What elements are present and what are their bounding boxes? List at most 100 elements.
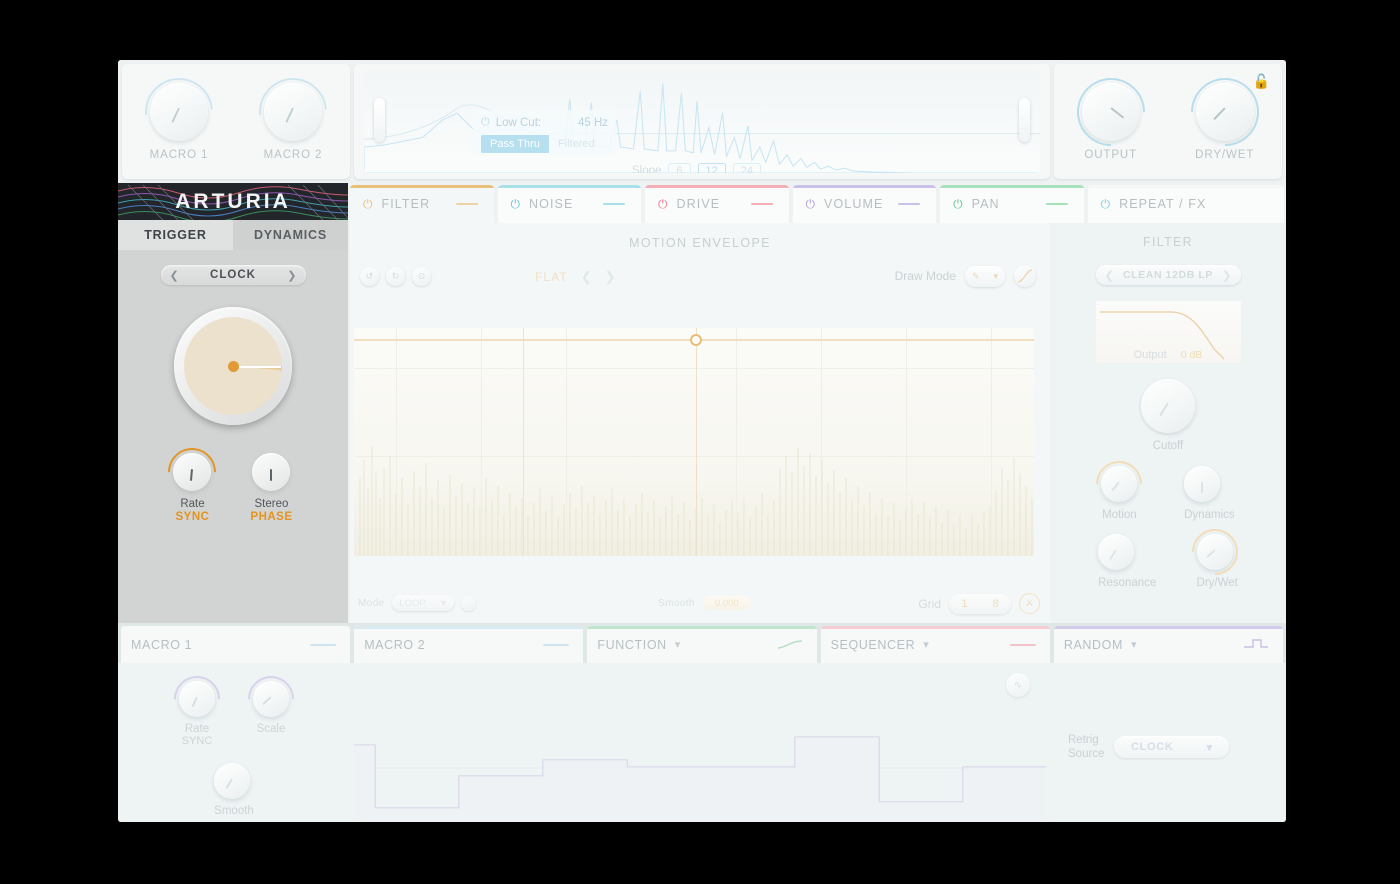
spectrum-display[interactable]: ⏻ Low Cut: 45 Hz Pass Thru Filtered Slop…: [364, 70, 1040, 173]
macro1-scale-knob[interactable]: [238, 666, 304, 732]
tab-drive[interactable]: ⏻ DRIVE: [645, 185, 789, 223]
power-icon[interactable]: ⏻: [658, 197, 668, 212]
motion-knob[interactable]: [1086, 451, 1152, 517]
chevron-down-icon[interactable]: ▾: [675, 638, 681, 651]
sidebar-tab-trigger[interactable]: TRIGGER: [118, 220, 233, 250]
macro1-rate-knob[interactable]: [164, 666, 230, 732]
draw-mode-dropdown[interactable]: ✎ ▾: [965, 265, 1005, 287]
routing-option-pass-thru[interactable]: Pass Thru: [481, 135, 549, 153]
drywet-knob-group[interactable]: DRY/WET: [1176, 63, 1273, 161]
tab-noise[interactable]: ⏻ NOISE: [497, 185, 642, 223]
dynamics-pointer: [1201, 482, 1204, 493]
resonance-knob[interactable]: [1098, 534, 1135, 570]
dynamics-knob[interactable]: [1184, 466, 1221, 502]
dynamics-knob-group[interactable]: Dynamics: [1184, 466, 1235, 521]
redo-icon[interactable]: ↻: [386, 267, 405, 286]
envelope-mode-value: LOOP: [399, 597, 426, 609]
chevron-right-icon[interactable]: ❯: [287, 269, 296, 282]
trigger-source-selector[interactable]: ❮ CLOCK ❯: [160, 265, 306, 285]
output-knob[interactable]: [1062, 63, 1159, 160]
tab-sequencer[interactable]: SEQUENCER ▾: [820, 626, 1050, 663]
power-icon[interactable]: ⏻: [1101, 197, 1111, 212]
high-cut-handle[interactable]: [1019, 98, 1030, 142]
envelope-canvas[interactable]: [354, 328, 1034, 556]
retrig-source-dropdown[interactable]: CLOCK ▾: [1114, 736, 1230, 759]
tab-repeat-fx[interactable]: ⏻ REPEAT / FX: [1087, 185, 1284, 223]
chevron-down-icon[interactable]: ▾: [923, 638, 929, 651]
tab-function[interactable]: FUNCTION ▾: [587, 626, 817, 663]
tab-volume[interactable]: ⏻ VOLUME: [792, 185, 937, 223]
retrig-source-label: Retrig Source: [1068, 733, 1104, 762]
power-icon[interactable]: ⏻: [511, 197, 521, 212]
envelope-mode-dropdown[interactable]: LOOP ▾: [391, 595, 454, 611]
sidebar-tab-dynamics[interactable]: DYNAMICS: [233, 220, 348, 250]
stereo-knob-group[interactable]: Stereo PHASE: [250, 453, 292, 523]
low-cut-value[interactable]: 45 Hz: [578, 117, 608, 129]
rate-knob-group[interactable]: Rate SYNC: [158, 438, 227, 523]
chevron-left-icon[interactable]: ❮: [581, 269, 592, 285]
macro-1-knob[interactable]: [131, 63, 227, 160]
slope-option-6[interactable]: 6: [668, 163, 691, 173]
macro1-rate-knob-group[interactable]: Rate SYNC: [164, 666, 230, 747]
bell-icon[interactable]: [460, 595, 476, 611]
cutoff-knob-group[interactable]: Cutoff: [1050, 360, 1286, 452]
power-icon[interactable]: ⏻: [953, 197, 963, 212]
grid-lock-icon[interactable]: ⚔: [1019, 593, 1040, 614]
macro1-smooth-knob[interactable]: [214, 763, 251, 799]
smooth-value[interactable]: 0.000: [702, 596, 751, 610]
audio-waveform: [359, 446, 1033, 556]
cutoff-knob[interactable]: [1122, 360, 1214, 452]
chevron-right-icon[interactable]: ❯: [605, 269, 616, 285]
drywet-label: DRY/WET: [1195, 148, 1255, 161]
routing-option-filtered[interactable]: Filtered: [549, 135, 604, 153]
low-cut-power-icon[interactable]: ⏻: [481, 116, 490, 129]
stereo-knob[interactable]: [252, 453, 291, 491]
chevron-left-icon[interactable]: ❮: [170, 269, 179, 282]
macro-2-knob-group[interactable]: MACRO 2: [245, 63, 341, 161]
tab-filter[interactable]: ⏻ FILTER: [350, 185, 494, 223]
tab-macro-2[interactable]: MACRO 2: [354, 626, 584, 663]
tab-random[interactable]: RANDOM ▾: [1053, 626, 1284, 663]
unlock-icon[interactable]: 🔓: [1253, 73, 1270, 90]
filter-drywet-knob[interactable]: [1182, 519, 1248, 585]
chevron-left-icon[interactable]: ❮: [1105, 269, 1114, 282]
filter-drywet-knob-group[interactable]: Dry/Wet: [1182, 519, 1248, 589]
slope-option-24[interactable]: 24: [732, 163, 762, 173]
resonance-knob-group[interactable]: Resonance: [1098, 534, 1156, 589]
filter-output-value[interactable]: 0 dB: [1181, 349, 1203, 361]
routing-segmented-control[interactable]: Pass Thru Filtered: [481, 135, 608, 153]
sequencer-editor[interactable]: ∿: [354, 663, 1046, 822]
function-wave-icon: [777, 636, 803, 654]
chevron-down-icon: ▾: [1206, 741, 1213, 754]
macro-1-label: MACRO 1: [149, 148, 209, 161]
left-sidebar: ARTURIA TRIGGER DYNAMICS ❮ CLOCK ❯ Rate …: [118, 183, 348, 623]
motion-knob-group[interactable]: Motion: [1086, 451, 1152, 521]
reset-icon[interactable]: ⊙: [412, 267, 431, 286]
macro-2-knob[interactable]: [245, 63, 341, 160]
macro1-scale-knob-group[interactable]: Scale: [238, 666, 304, 747]
macro-1-knob-group[interactable]: MACRO 1: [131, 63, 227, 161]
rate-big-knob[interactable]: [174, 307, 292, 425]
output-panel: OUTPUT DRY/WET 🔓: [1054, 63, 1282, 179]
filter-type-selector[interactable]: ❮ CLEAN 12DB LP ❯: [1095, 265, 1241, 285]
power-icon[interactable]: ⏻: [363, 197, 373, 212]
filter-visualizer-panel[interactable]: ⏻ Low Cut: 45 Hz Pass Thru Filtered Slop…: [354, 64, 1050, 179]
tab-macro-1[interactable]: MACRO 1: [121, 626, 351, 663]
curve-icon[interactable]: [1014, 265, 1036, 287]
rate-knob[interactable]: [158, 438, 227, 506]
sequencer-steps[interactable]: [354, 663, 1046, 822]
envelope-grid-control: Grid 1 8 ⚔: [918, 593, 1040, 614]
chevron-down-icon[interactable]: ▾: [1131, 638, 1137, 651]
undo-icon[interactable]: ↺: [360, 267, 379, 286]
power-icon[interactable]: ⏻: [806, 197, 816, 212]
chevron-right-icon[interactable]: ❯: [1222, 269, 1231, 282]
filter-knob-row-1: Motion Dynamics: [1050, 451, 1286, 521]
grid-value-field[interactable]: 1 8: [949, 593, 1011, 614]
slope-option-12[interactable]: 12: [697, 163, 726, 173]
macro1-smooth-knob-group[interactable]: Smooth: [118, 763, 350, 817]
output-knob-group[interactable]: OUTPUT: [1062, 63, 1159, 161]
low-cut-handle[interactable]: [374, 98, 385, 142]
drywet-knob[interactable]: [1176, 63, 1273, 160]
tab-pan[interactable]: ⏻ PAN: [940, 185, 1084, 223]
envelope-point-handle[interactable]: [690, 334, 702, 346]
